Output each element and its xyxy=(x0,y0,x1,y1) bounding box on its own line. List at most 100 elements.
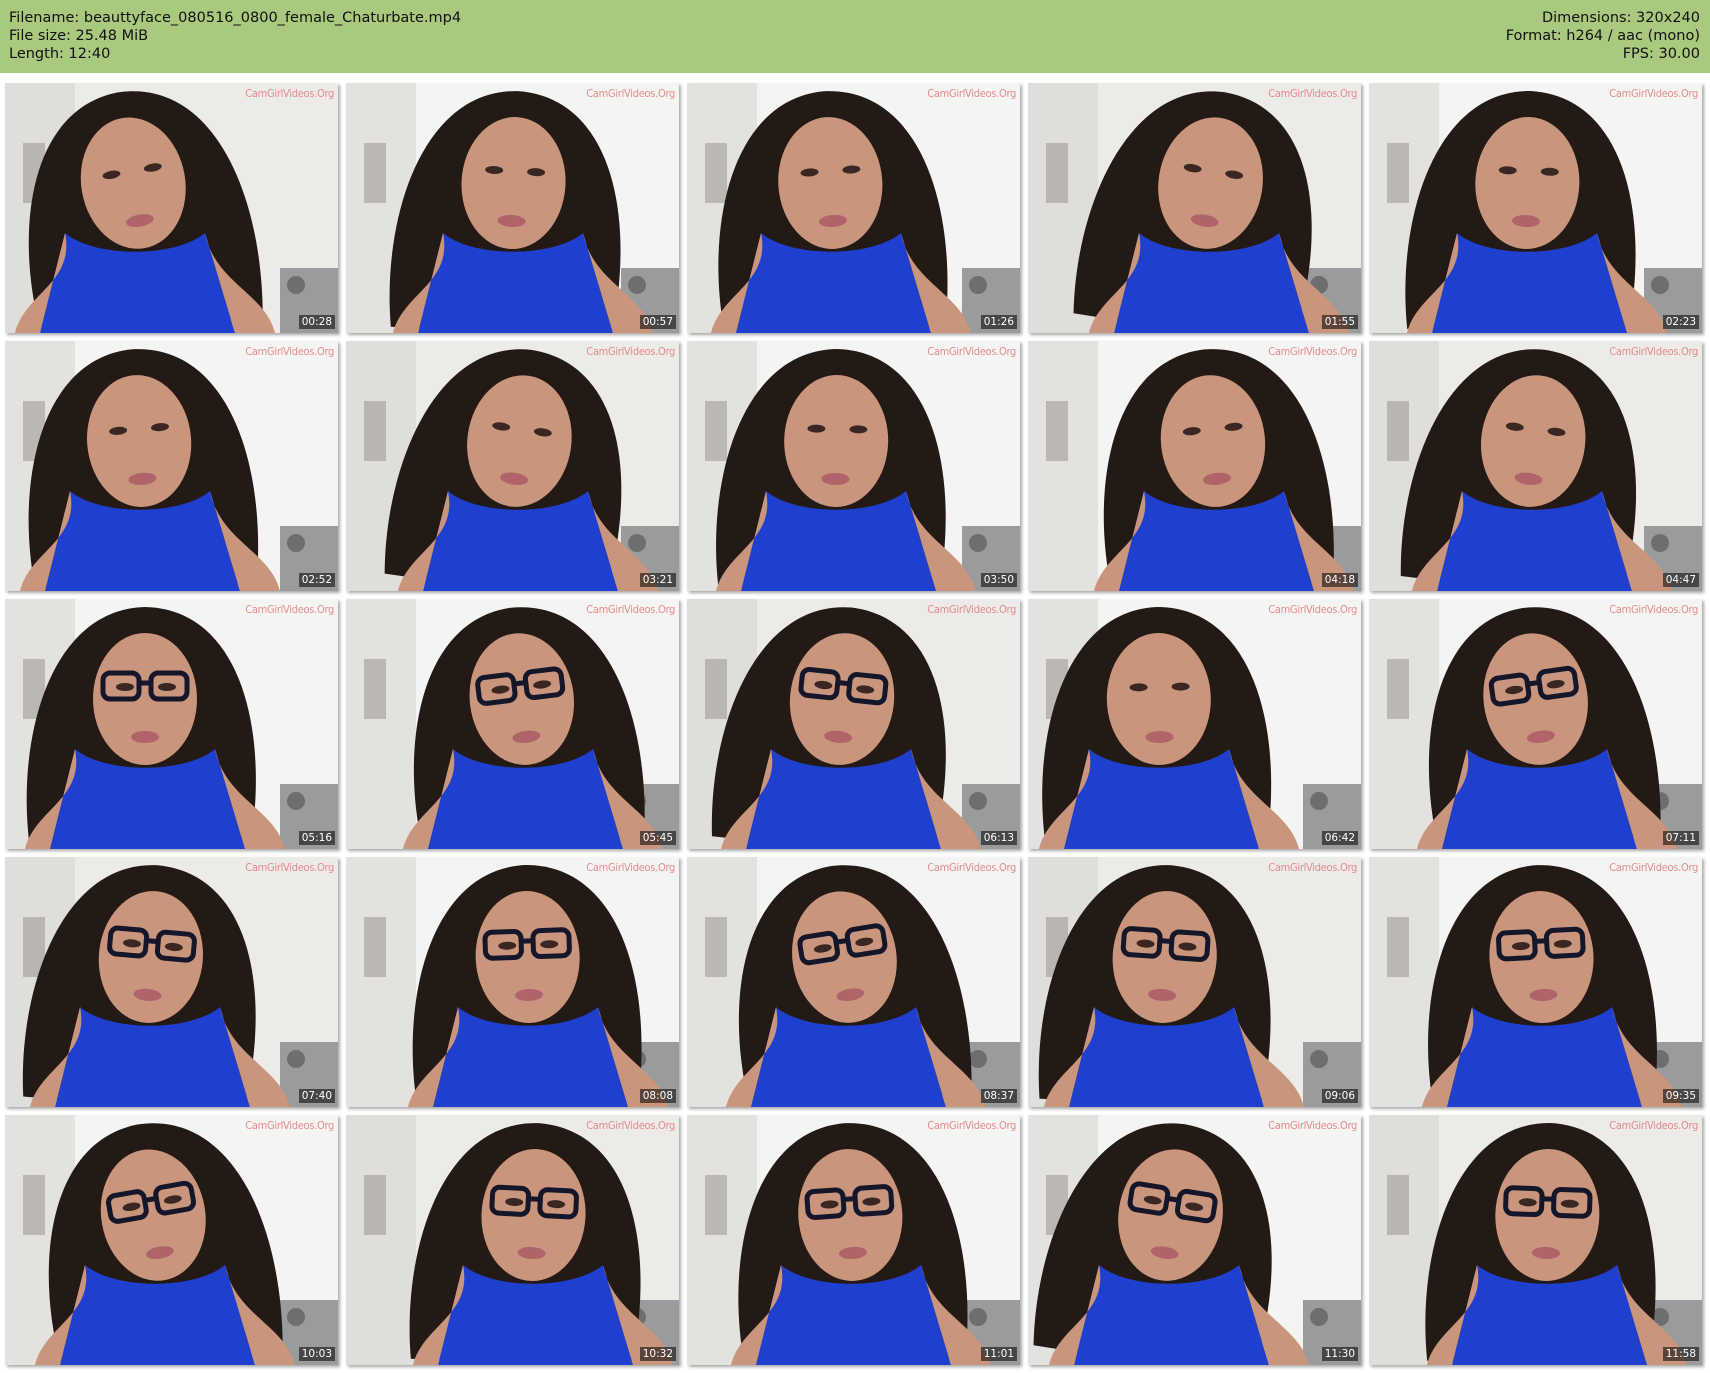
thumbnail-frame[interactable]: CamGirlVideos.Org 11:30 xyxy=(1028,1115,1361,1365)
watermark-text: CamGirlVideos.Org xyxy=(245,345,334,358)
watermark-text: CamGirlVideos.Org xyxy=(245,603,334,616)
watermark-text: CamGirlVideos.Org xyxy=(1268,861,1357,874)
watermark-text: CamGirlVideos.Org xyxy=(927,345,1016,358)
watermark-text: CamGirlVideos.Org xyxy=(927,87,1016,100)
timestamp-label: 09:06 xyxy=(1321,1089,1358,1103)
thumbnail-frame[interactable]: CamGirlVideos.Org 04:47 xyxy=(1369,341,1702,591)
watermark-text: CamGirlVideos.Org xyxy=(1268,345,1357,358)
watermark-text: CamGirlVideos.Org xyxy=(586,345,675,358)
timestamp-label: 10:32 xyxy=(639,1347,676,1361)
timestamp-label: 09:35 xyxy=(1662,1089,1699,1103)
filesize-text: File size: 25.48 MiB xyxy=(9,28,149,44)
video-frame-image xyxy=(1028,341,1361,591)
info-header: Filename: beauttyface_080516_0800_female… xyxy=(0,0,1710,73)
video-frame-image xyxy=(687,857,1020,1107)
thumbnail-frame[interactable]: CamGirlVideos.Org 03:21 xyxy=(346,341,679,591)
video-frame-image xyxy=(5,341,338,591)
video-frame-image xyxy=(1028,1115,1361,1365)
video-frame-image xyxy=(5,1115,338,1365)
timestamp-label: 11:30 xyxy=(1321,1347,1358,1361)
thumbnail-frame[interactable]: CamGirlVideos.Org 09:35 xyxy=(1369,857,1702,1107)
video-frame-image xyxy=(1369,857,1702,1107)
video-frame-image xyxy=(687,1115,1020,1365)
thumbnail-frame[interactable]: CamGirlVideos.Org 10:32 xyxy=(346,1115,679,1365)
watermark-text: CamGirlVideos.Org xyxy=(586,1119,675,1132)
timestamp-label: 04:18 xyxy=(1321,573,1358,587)
thumbnail-frame[interactable]: CamGirlVideos.Org 05:45 xyxy=(346,599,679,849)
watermark-text: CamGirlVideos.Org xyxy=(245,861,334,874)
video-frame-image xyxy=(1369,1115,1702,1365)
thumbnail-frame[interactable]: CamGirlVideos.Org 11:58 xyxy=(1369,1115,1702,1365)
timestamp-label: 07:11 xyxy=(1662,831,1699,845)
timestamp-label: 02:52 xyxy=(298,573,335,587)
video-frame-image xyxy=(346,857,679,1107)
watermark-text: CamGirlVideos.Org xyxy=(927,1119,1016,1132)
watermark-text: CamGirlVideos.Org xyxy=(1609,87,1698,100)
video-frame-image xyxy=(687,599,1020,849)
timestamp-label: 02:23 xyxy=(1662,315,1699,329)
video-frame-image xyxy=(1369,341,1702,591)
thumbnail-frame[interactable]: CamGirlVideos.Org 06:42 xyxy=(1028,599,1361,849)
thumbnail-frame[interactable]: CamGirlVideos.Org 05:16 xyxy=(5,599,338,849)
timestamp-label: 06:13 xyxy=(980,831,1017,845)
thumbnail-frame[interactable]: CamGirlVideos.Org 06:13 xyxy=(687,599,1020,849)
watermark-text: CamGirlVideos.Org xyxy=(586,603,675,616)
timestamp-label: 08:08 xyxy=(639,1089,676,1103)
watermark-text: CamGirlVideos.Org xyxy=(245,1119,334,1132)
video-frame-image xyxy=(5,83,338,333)
video-frame-image xyxy=(1028,83,1361,333)
watermark-text: CamGirlVideos.Org xyxy=(1268,1119,1357,1132)
timestamp-label: 01:55 xyxy=(1321,315,1358,329)
watermark-text: CamGirlVideos.Org xyxy=(1268,603,1357,616)
video-frame-image xyxy=(1028,599,1361,849)
timestamp-label: 05:16 xyxy=(298,831,335,845)
timestamp-label: 03:50 xyxy=(980,573,1017,587)
thumbnail-frame[interactable]: CamGirlVideos.Org 01:26 xyxy=(687,83,1020,333)
video-frame-image xyxy=(1369,83,1702,333)
video-frame-image xyxy=(1369,599,1702,849)
timestamp-label: 04:47 xyxy=(1662,573,1699,587)
timestamp-label: 11:58 xyxy=(1662,1347,1699,1361)
video-frame-image xyxy=(346,599,679,849)
thumbnail-frame[interactable]: CamGirlVideos.Org 11:01 xyxy=(687,1115,1020,1365)
thumbnail-frame[interactable]: CamGirlVideos.Org 00:28 xyxy=(5,83,338,333)
fps-text: FPS: 30.00 xyxy=(1622,46,1700,62)
thumbnail-frame[interactable]: CamGirlVideos.Org 10:03 xyxy=(5,1115,338,1365)
thumbnail-frame[interactable]: CamGirlVideos.Org 07:40 xyxy=(5,857,338,1107)
thumbnail-frame[interactable]: CamGirlVideos.Org 03:50 xyxy=(687,341,1020,591)
watermark-text: CamGirlVideos.Org xyxy=(1609,861,1698,874)
video-frame-image xyxy=(1028,857,1361,1107)
timestamp-label: 11:01 xyxy=(980,1347,1017,1361)
thumbnail-frame[interactable]: CamGirlVideos.Org 08:08 xyxy=(346,857,679,1107)
video-frame-image xyxy=(346,83,679,333)
length-text: Length: 12:40 xyxy=(9,46,111,62)
thumbnail-frame[interactable]: CamGirlVideos.Org 01:55 xyxy=(1028,83,1361,333)
watermark-text: CamGirlVideos.Org xyxy=(1609,345,1698,358)
watermark-text: CamGirlVideos.Org xyxy=(1609,1119,1698,1132)
thumbnail-frame[interactable]: CamGirlVideos.Org 04:18 xyxy=(1028,341,1361,591)
timestamp-label: 00:57 xyxy=(639,315,676,329)
thumbnail-frame[interactable]: CamGirlVideos.Org 09:06 xyxy=(1028,857,1361,1107)
thumbnail-frame[interactable]: CamGirlVideos.Org 02:23 xyxy=(1369,83,1702,333)
video-frame-image xyxy=(5,857,338,1107)
watermark-text: CamGirlVideos.Org xyxy=(927,861,1016,874)
filename-text: Filename: beauttyface_080516_0800_female… xyxy=(9,10,462,26)
video-frame-image xyxy=(687,341,1020,591)
watermark-text: CamGirlVideos.Org xyxy=(586,87,675,100)
file-info-right: Dimensions: 320x240 Format: h264 / aac (… xyxy=(1506,9,1700,63)
thumbnail-frame[interactable]: CamGirlVideos.Org 08:37 xyxy=(687,857,1020,1107)
watermark-text: CamGirlVideos.Org xyxy=(1609,603,1698,616)
timestamp-label: 10:03 xyxy=(298,1347,335,1361)
video-frame-image xyxy=(5,599,338,849)
video-frame-image xyxy=(346,1115,679,1365)
thumbnail-frame[interactable]: CamGirlVideos.Org 07:11 xyxy=(1369,599,1702,849)
timestamp-label: 06:42 xyxy=(1321,831,1358,845)
timestamp-label: 08:37 xyxy=(980,1089,1017,1103)
watermark-text: CamGirlVideos.Org xyxy=(1268,87,1357,100)
video-frame-image xyxy=(687,83,1020,333)
thumbnail-grid: CamGirlVideos.Org 00:28 CamGirlVideos.Or… xyxy=(5,83,1702,1365)
timestamp-label: 01:26 xyxy=(980,315,1017,329)
thumbnail-frame[interactable]: CamGirlVideos.Org 02:52 xyxy=(5,341,338,591)
thumbnail-frame[interactable]: CamGirlVideos.Org 00:57 xyxy=(346,83,679,333)
watermark-text: CamGirlVideos.Org xyxy=(586,861,675,874)
